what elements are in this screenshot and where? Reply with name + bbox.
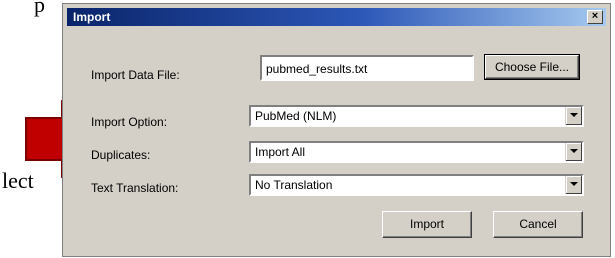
- import-option-select[interactable]: PubMed (NLM): [249, 105, 584, 127]
- duplicates-label: Duplicates:: [91, 148, 151, 162]
- import-option-value: PubMed (NLM): [255, 109, 337, 123]
- duplicates-value: Import All: [255, 145, 306, 159]
- import-data-file-field[interactable]: pubmed_results.txt: [260, 55, 474, 81]
- dialog-title: Import: [73, 10, 111, 24]
- chevron-down-icon[interactable]: [565, 143, 582, 161]
- background-text-fragment-top: p: [34, 0, 45, 17]
- choose-file-button[interactable]: Choose File...: [484, 54, 580, 80]
- chevron-down-icon[interactable]: [565, 176, 582, 194]
- text-translation-select[interactable]: No Translation: [249, 174, 584, 196]
- import-option-label: Import Option:: [91, 115, 168, 129]
- cancel-button[interactable]: Cancel: [493, 211, 583, 238]
- close-button[interactable]: ×: [587, 10, 603, 24]
- import-dialog: Import × Import Data File: pubmed_result…: [62, 3, 611, 257]
- text-translation-label: Text Translation:: [91, 181, 179, 195]
- text-translation-value: No Translation: [255, 178, 333, 192]
- import-button[interactable]: Import: [382, 211, 472, 238]
- duplicates-select[interactable]: Import All: [249, 141, 584, 163]
- import-data-file-label: Import Data File:: [91, 68, 180, 82]
- title-bar: Import ×: [67, 8, 606, 26]
- chevron-down-icon[interactable]: [565, 107, 582, 125]
